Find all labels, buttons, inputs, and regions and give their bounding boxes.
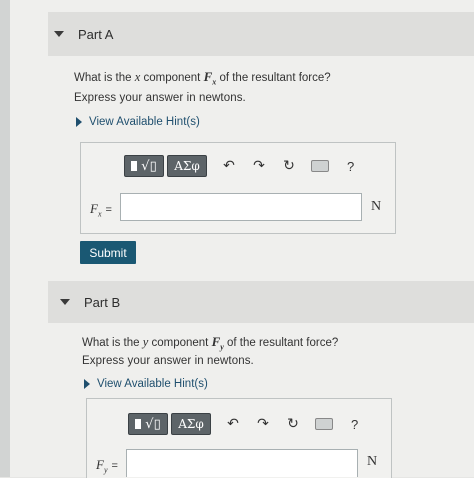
part-a-express: Express your answer in newtons. xyxy=(74,92,246,104)
expand-arrow-icon xyxy=(76,117,82,127)
part-b-hint-link[interactable]: View Available Hint(s) xyxy=(84,378,208,390)
expand-arrow-icon xyxy=(84,379,90,389)
greek-symbols-button[interactable]: ΑΣφ xyxy=(167,155,207,177)
collapse-triangle-icon[interactable] xyxy=(60,299,70,305)
reset-icon[interactable]: ↻ xyxy=(281,158,297,174)
keyboard-icon[interactable] xyxy=(315,418,333,430)
part-b-express: Express your answer in newtons. xyxy=(82,355,254,367)
greek-symbols-button[interactable]: ΑΣφ xyxy=(171,413,211,435)
hint-label: View Available Hint(s) xyxy=(89,116,200,128)
part-b-question: What is the y component Fy of the result… xyxy=(82,334,339,352)
templates-button[interactable]: √▯ xyxy=(128,413,168,435)
hint-label: View Available Hint(s) xyxy=(97,378,208,390)
templates-button[interactable]: √▯ xyxy=(124,155,164,177)
part-b-title: Part B xyxy=(84,294,121,310)
undo-icon[interactable]: ↶ xyxy=(225,416,241,432)
part-b-answer-label: Fy = xyxy=(96,457,118,475)
part-b-answer-input[interactable] xyxy=(126,449,358,477)
help-button[interactable]: ? xyxy=(351,417,358,432)
reset-icon[interactable]: ↻ xyxy=(285,416,301,432)
undo-icon[interactable]: ↶ xyxy=(221,158,237,174)
part-b-header[interactable]: Part B xyxy=(48,281,474,323)
part-a-unit: N xyxy=(371,199,382,214)
part-a-answer-label: Fx = xyxy=(90,201,112,219)
redo-icon[interactable]: ↷ xyxy=(251,158,267,174)
keyboard-icon[interactable] xyxy=(311,160,329,172)
redo-icon[interactable]: ↷ xyxy=(255,416,271,432)
part-b-toolbar: √▯ ΑΣφ ↶ ↷ ↻ ? xyxy=(128,413,358,435)
submit-button[interactable]: Submit xyxy=(80,241,136,264)
help-button[interactable]: ? xyxy=(347,159,354,174)
collapse-triangle-icon[interactable] xyxy=(54,31,64,37)
part-a-question: What is the x component Fx of the result… xyxy=(74,69,331,87)
part-a-answer-input[interactable] xyxy=(120,193,362,221)
part-a-toolbar: √▯ ΑΣφ ↶ ↷ ↻ ? xyxy=(124,155,354,177)
part-a-hint-link[interactable]: View Available Hint(s) xyxy=(76,116,200,128)
part-a-title: Part A xyxy=(78,26,114,42)
part-b-unit: N xyxy=(367,454,378,469)
part-a-header[interactable]: Part A xyxy=(48,12,474,56)
